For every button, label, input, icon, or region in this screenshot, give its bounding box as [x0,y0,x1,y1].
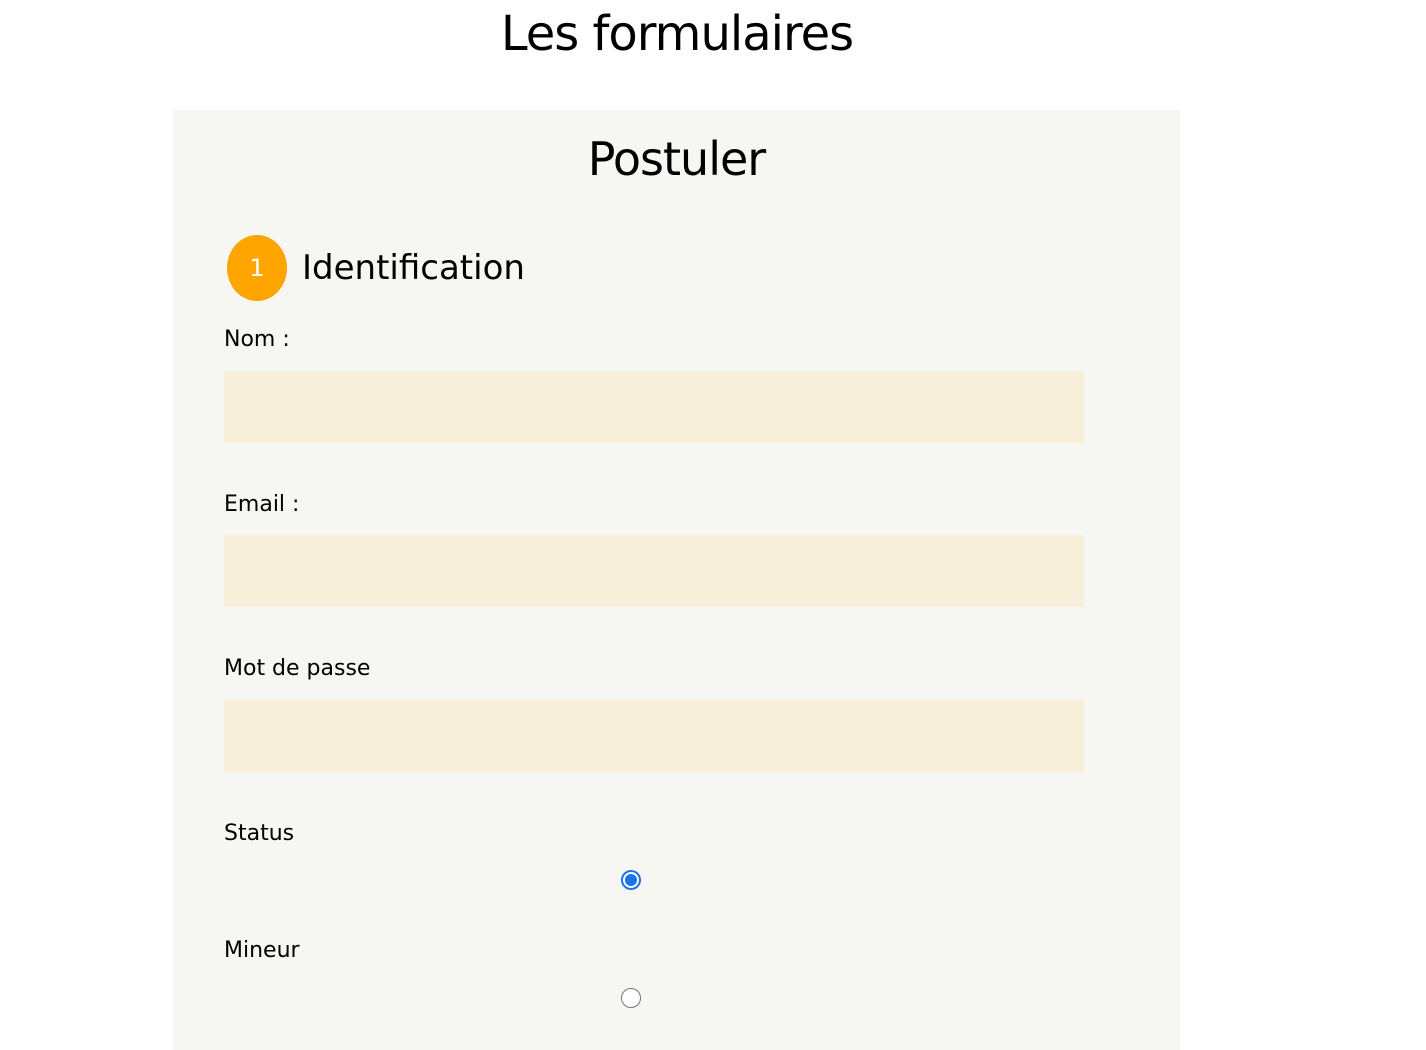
step-number-badge: 1 [227,235,287,301]
email-field[interactable] [224,535,1084,607]
page-title: Les formulaires [500,6,854,62]
status-radio[interactable] [621,870,641,890]
application-form: Postuler 1 Identification Nom : Email : … [173,110,1180,1050]
radio-unchecked-icon [621,988,641,1008]
step-header: 1 Identification [227,235,525,301]
status-label: Status [224,821,295,846]
nom-field[interactable] [224,371,1084,443]
password-label: Mot de passe [224,656,371,681]
email-label: Email : [224,492,300,517]
nom-label: Nom : [224,327,290,352]
step-title: Identification [302,248,525,288]
password-field[interactable] [224,700,1084,772]
mineur-radio[interactable] [621,988,641,1008]
form-title: Postuler [587,132,766,186]
mineur-label: Mineur [224,938,300,963]
radio-checked-icon [621,870,641,890]
